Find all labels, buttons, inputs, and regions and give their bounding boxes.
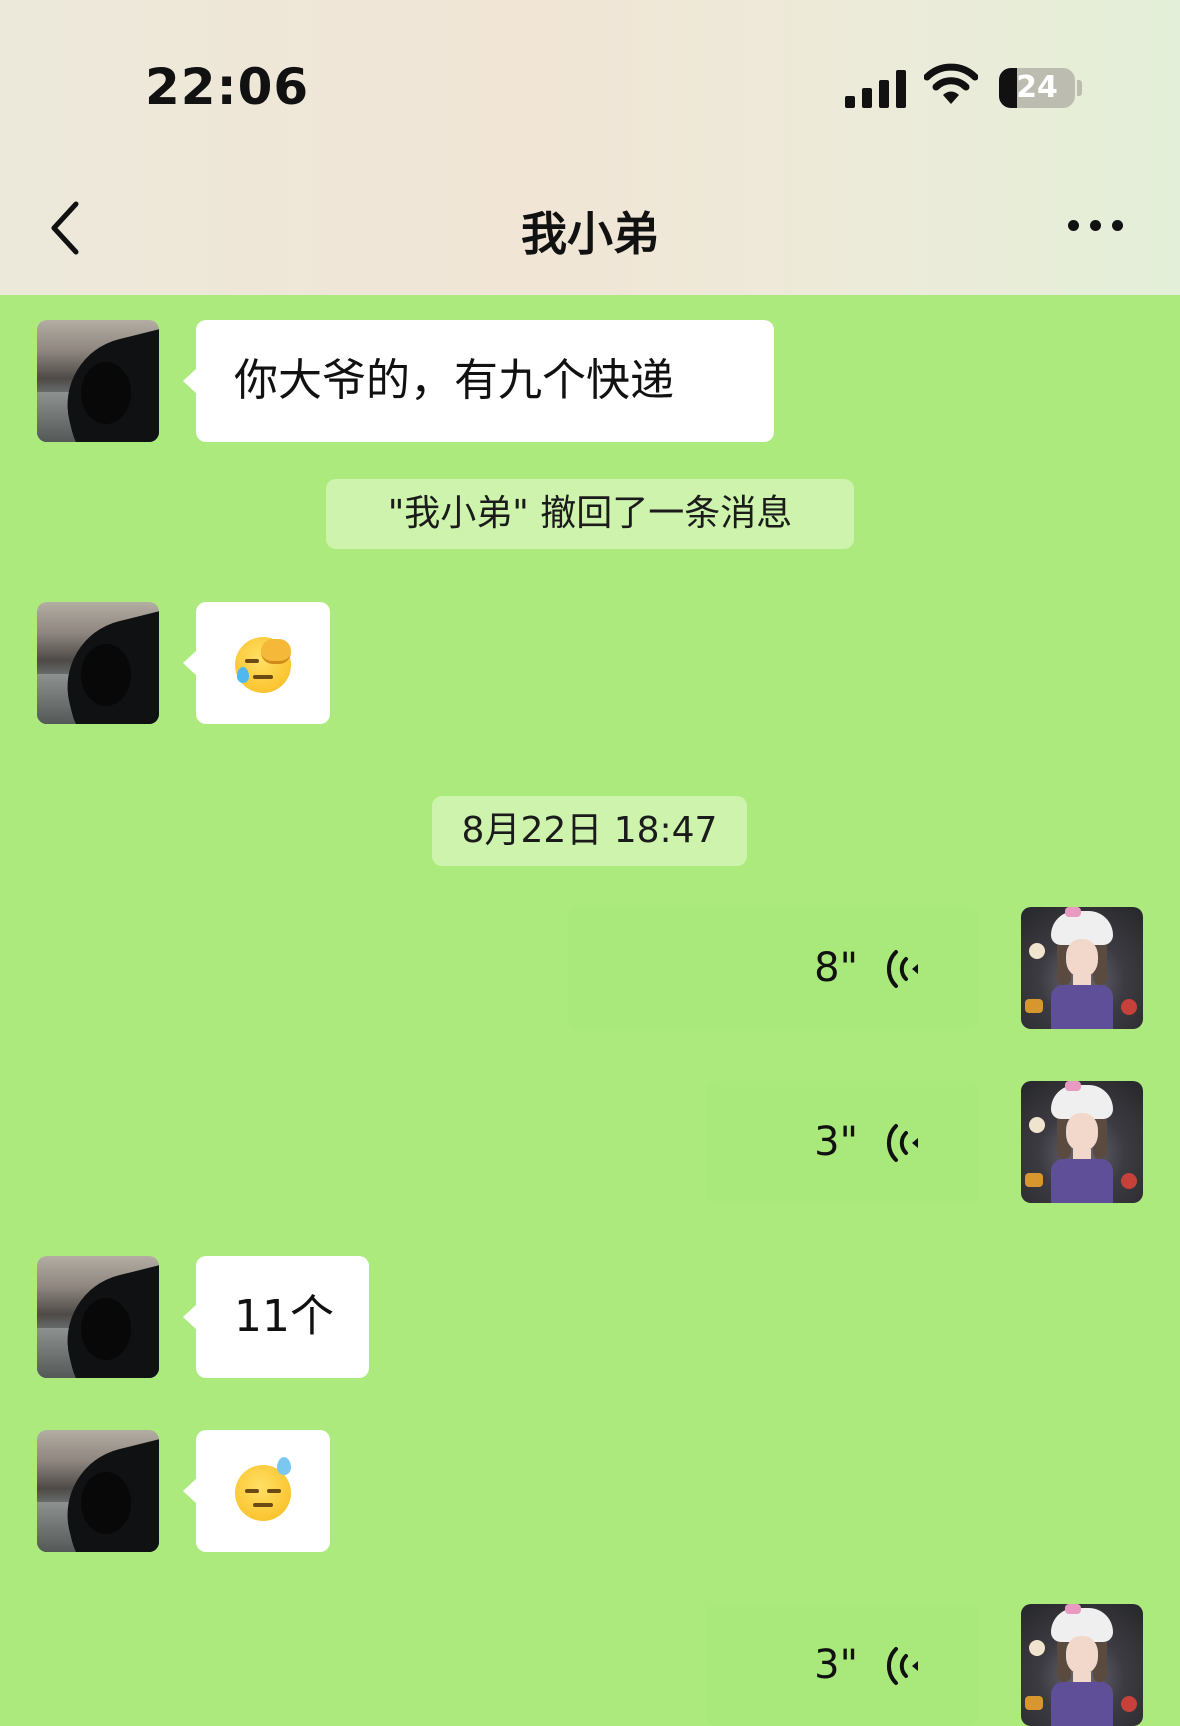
voice-message-bubble[interactable]: 3": [706, 1081, 978, 1203]
status-time: 22:06: [145, 58, 310, 116]
voice-duration: 3": [814, 1119, 858, 1165]
voice-wave-icon: [886, 950, 918, 988]
facepalm-crying-emoji-icon: [235, 637, 291, 693]
battery-level: 24: [1016, 70, 1058, 105]
chat-title: 我小弟: [521, 207, 659, 261]
voice-duration: 3": [814, 1642, 858, 1688]
friend-avatar[interactable]: [37, 1430, 159, 1552]
battery-tip: [1077, 80, 1082, 96]
voice-wave-icon: [886, 1647, 918, 1685]
emoji-message-bubble[interactable]: [183, 1430, 330, 1552]
my-avatar[interactable]: [1021, 907, 1143, 1029]
friend-avatar[interactable]: [37, 320, 159, 442]
battery-icon: 24: [999, 68, 1075, 108]
recall-notice: "我小弟" 撤回了一条消息: [326, 479, 854, 549]
message-bubble[interactable]: 11个: [183, 1256, 369, 1378]
my-avatar[interactable]: [1021, 1081, 1143, 1203]
top-bar: 22:06 24 我小弟: [0, 0, 1180, 295]
friend-avatar[interactable]: [37, 602, 159, 724]
voice-duration: 8": [814, 945, 858, 991]
cellular-signal-icon: [845, 68, 907, 108]
my-avatar[interactable]: [1021, 1604, 1143, 1726]
friend-avatar[interactable]: [37, 1256, 159, 1378]
message-bubble[interactable]: 你大爷的，有九个快递: [183, 320, 774, 442]
voice-message-bubble[interactable]: 8": [568, 907, 978, 1029]
ellipsis-icon[interactable]: [1068, 220, 1124, 234]
voice-message-bubble[interactable]: 3": [706, 1604, 978, 1726]
emoji-message-bubble[interactable]: [183, 602, 330, 724]
sweat-expressionless-emoji-icon: [235, 1457, 291, 1521]
voice-wave-icon: [886, 1124, 918, 1162]
timestamp-label: 8月22日 18:47: [432, 796, 747, 866]
wifi-icon: [924, 63, 978, 104]
